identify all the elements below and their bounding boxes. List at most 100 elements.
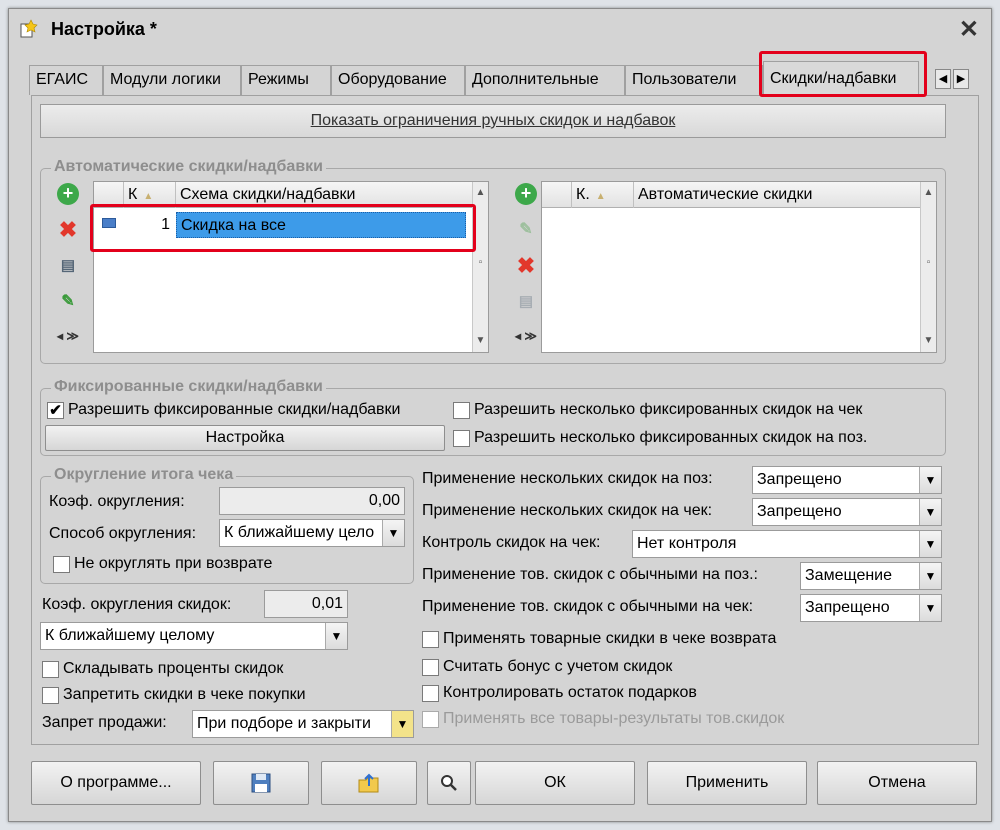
tab-equipment[interactable]: Оборудование <box>331 65 465 95</box>
chevron-down-icon[interactable]: ▼ <box>919 531 941 557</box>
scroll-thumb[interactable]: ▫ <box>921 254 936 272</box>
fixed-discounts-group: Фиксированные скидки/надбавки ✔ Разрешит… <box>40 378 946 456</box>
apply-button[interactable]: Применить <box>647 761 807 805</box>
rounding-method-label: Способ округления: <box>49 525 197 542</box>
checkmark-icon: ✔ <box>47 401 64 419</box>
search-button[interactable] <box>427 761 471 805</box>
discount-rounding-select[interactable]: К ближайшему целому ▼ <box>40 622 348 650</box>
scheme-grid-header: К ▲ Схема скидки/надбавки <box>94 182 472 208</box>
allow-fixed-checkbox[interactable]: ✔ Разрешить фиксированные скидки/надбавк… <box>47 399 400 421</box>
chevron-down-icon[interactable]: ▼ <box>325 623 347 649</box>
goods-check-label: Применение тов. скидок с обычными на чек… <box>422 598 754 615</box>
copy-document-icon[interactable]: ▤ <box>515 291 537 313</box>
check-control-label: Контроль скидок на чек: <box>422 534 601 551</box>
export-button[interactable] <box>321 761 417 805</box>
apply-all-results-checkbox[interactable]: Применять все товары-результаты тов.скид… <box>422 708 784 730</box>
window-title: Настройка * <box>51 19 157 39</box>
sort-icon: ▲ <box>143 191 154 202</box>
magnifier-icon <box>441 775 457 791</box>
tab-logic-modules[interactable]: Модули логики <box>103 65 241 95</box>
show-limits-button[interactable]: Показать ограничения ручных скидок и над… <box>40 104 946 138</box>
check-control-select[interactable]: Нет контроля ▼ <box>632 530 942 558</box>
goods-in-return-checkbox[interactable]: Применять товарные скидки в чеке возврат… <box>422 628 776 650</box>
save-button[interactable] <box>213 761 309 805</box>
multi-check-label: Применение нескольких скидок на чек: <box>422 502 713 519</box>
scroll-down-icon[interactable]: ▼ <box>921 332 936 350</box>
goods-item-label: Применение тов. скидок с обычными на поз… <box>422 566 758 583</box>
scroll-up-icon[interactable]: ▲ <box>473 184 488 202</box>
forbid-purchase-checkbox[interactable]: Запретить скидки в чеке покупки <box>42 684 306 706</box>
multi-per-check-checkbox[interactable]: Разрешить несколько фиксированных скидок… <box>453 399 862 421</box>
floppy-disk-icon <box>251 773 271 793</box>
auto-discounts-title: Автоматические скидки/надбавки <box>51 158 326 176</box>
edit-pencil-icon[interactable]: ✎ <box>515 219 537 241</box>
delete-icon[interactable]: ✖ <box>57 219 79 241</box>
col-k-header[interactable]: К ▲ <box>124 182 176 208</box>
chevron-down-icon[interactable]: ▼ <box>919 563 941 589</box>
rounding-coef-input[interactable]: 0,00 <box>219 487 405 515</box>
bonus-with-discounts-checkbox[interactable]: Считать бонус с учетом скидок <box>422 656 672 678</box>
scroll-down-icon[interactable]: ▼ <box>473 332 488 350</box>
copy-document-icon[interactable]: ▤ <box>57 255 79 277</box>
discounts-page: Показать ограничения ручных скидок и над… <box>31 95 979 745</box>
col-auto-discounts-header[interactable]: Автоматические скидки <box>634 182 924 208</box>
tab-scroll-right-icon[interactable]: ▶ <box>953 69 969 89</box>
control-gifts-checkbox[interactable]: Контролировать остаток подарков <box>422 682 697 704</box>
col-k-header[interactable]: К. ▲ <box>572 182 634 208</box>
auto-grid-scrollbar[interactable]: ▲ ▫ ▼ <box>920 182 936 352</box>
auto-discounts-group: Автоматические скидки/надбавки + ✖ ▤ ✎ ◂… <box>40 158 946 364</box>
multi-item-label: Применение нескольких скидок на поз: <box>422 470 713 487</box>
chevron-down-icon[interactable]: ▼ <box>919 499 941 525</box>
folder-export-icon <box>358 773 379 793</box>
right-grid-tools: + ✎ ✖ ▤ ◂ ≫ <box>511 183 541 353</box>
rounding-group: Округление итога чека Коэф. округления: … <box>40 466 414 584</box>
sale-ban-label: Запрет продажи: <box>42 714 167 731</box>
settings-window: Настройка * ✕ ЕГАИС Модули логики Режимы… <box>8 8 992 822</box>
title-bar: Настройка * ✕ <box>9 9 991 49</box>
col-scheme-header[interactable]: Схема скидки/надбавки <box>176 182 476 208</box>
auto-discount-grid: К. ▲ Автоматические скидки ▲ ▫ ▼ <box>541 181 937 353</box>
sale-ban-select[interactable]: При подборе и закрыти ▼ <box>192 710 414 738</box>
tab-additional[interactable]: Дополнительные <box>465 65 625 95</box>
multi-check-select[interactable]: Запрещено ▼ <box>752 498 942 526</box>
chevron-down-icon[interactable]: ▼ <box>391 711 413 737</box>
scheme-grid: К ▲ Схема скидки/надбавки 1 Скидка на все… <box>93 181 489 353</box>
tab-scroll-left-icon[interactable]: ◀ <box>935 69 951 89</box>
delete-icon[interactable]: ✖ <box>515 255 537 277</box>
goods-item-select[interactable]: Замещение ▼ <box>800 562 942 590</box>
chevron-down-icon[interactable]: ▼ <box>382 520 404 546</box>
scheme-grid-scrollbar[interactable]: ▲ ▫ ▼ <box>472 182 488 352</box>
cancel-button[interactable]: Отмена <box>817 761 977 805</box>
row-indicator-icon <box>102 218 116 228</box>
add-icon[interactable]: + <box>57 183 79 205</box>
multi-per-item-checkbox[interactable]: Разрешить несколько фиксированных скидок… <box>453 427 867 449</box>
table-row[interactable]: 1 Скидка на все <box>94 210 472 240</box>
tab-discounts[interactable]: Скидки/надбавки <box>763 61 919 95</box>
tab-egais[interactable]: ЕГАИС <box>29 65 103 95</box>
fixed-settings-button[interactable]: Настройка <box>45 425 445 451</box>
discount-coef-label: Коэф. округления скидок: <box>42 596 232 613</box>
tab-modes[interactable]: Режимы <box>241 65 331 95</box>
ok-button[interactable]: ОК <box>475 761 635 805</box>
rounding-method-select[interactable]: К ближайшему цело ▼ <box>219 519 405 547</box>
scroll-thumb[interactable]: ▫ <box>473 254 488 272</box>
multi-item-select[interactable]: Запрещено ▼ <box>752 466 942 494</box>
add-icon[interactable]: + <box>515 183 537 205</box>
settings-window-icon <box>20 19 38 38</box>
sum-percents-checkbox[interactable]: Складывать проценты скидок <box>42 658 283 680</box>
scroll-up-icon[interactable]: ▲ <box>921 184 936 202</box>
navigate-more-icon[interactable]: ◂ ≫ <box>57 325 79 347</box>
tab-users[interactable]: Пользователи <box>625 65 763 95</box>
left-grid-tools: + ✖ ▤ ✎ ◂ ≫ <box>53 183 83 353</box>
chevron-down-icon[interactable]: ▼ <box>919 467 941 493</box>
no-round-return-checkbox[interactable]: Не округлять при возврате <box>53 553 272 575</box>
about-button[interactable]: О программе... <box>31 761 201 805</box>
goods-check-select[interactable]: Запрещено ▼ <box>800 594 942 622</box>
edit-pencil-icon[interactable]: ✎ <box>57 291 79 313</box>
discount-coef-input[interactable]: 0,01 <box>264 590 348 618</box>
close-icon[interactable]: ✕ <box>959 15 979 44</box>
rounding-title: Округление итога чека <box>51 466 237 484</box>
navigate-more-icon[interactable]: ◂ ≫ <box>515 325 537 347</box>
chevron-down-icon[interactable]: ▼ <box>919 595 941 621</box>
auto-grid-header: К. ▲ Автоматические скидки <box>542 182 920 208</box>
